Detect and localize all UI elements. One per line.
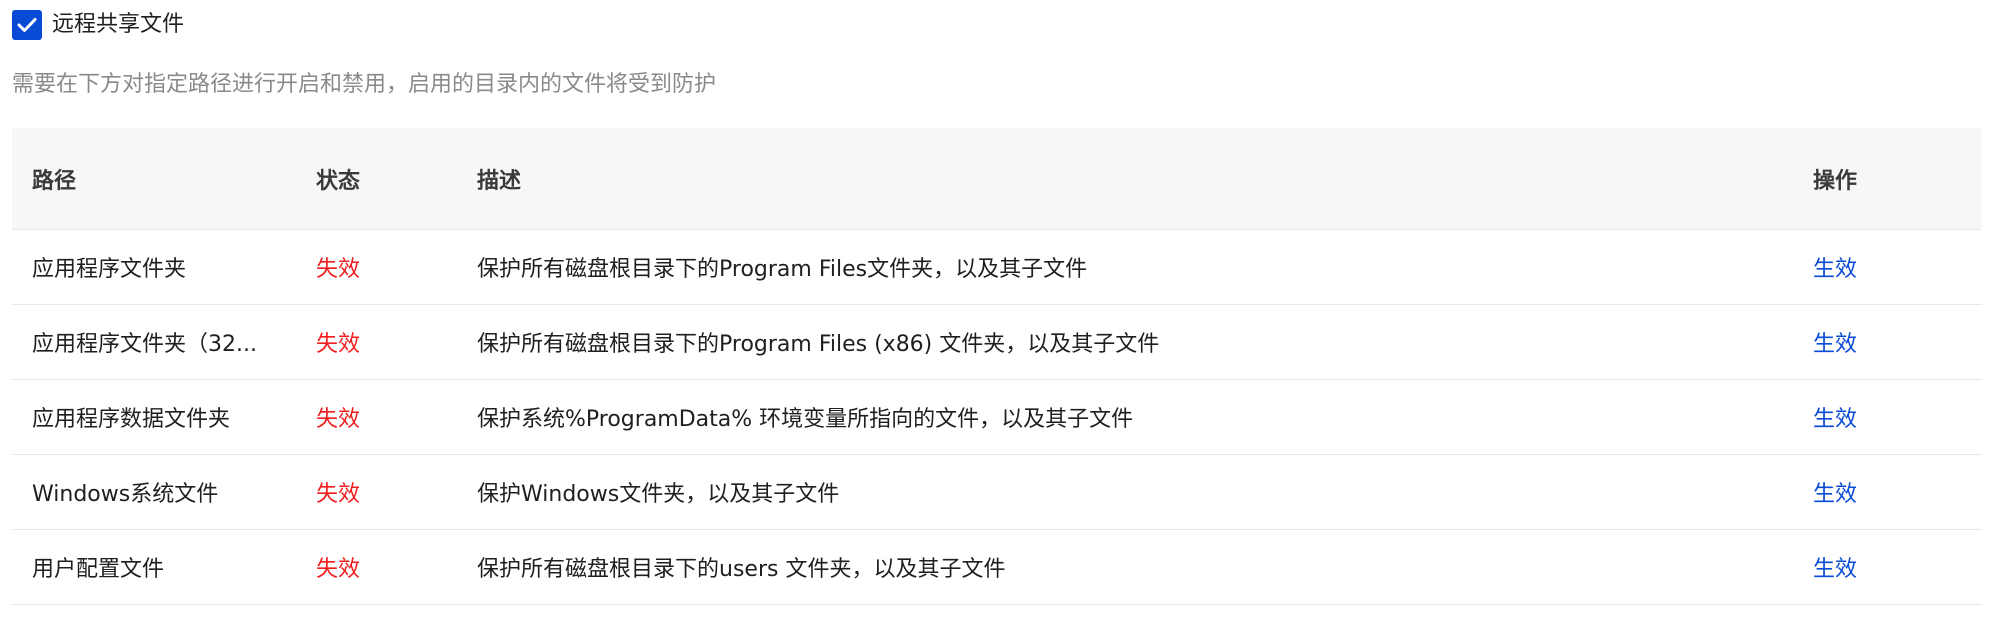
enable-link[interactable]: 生效: [1813, 332, 1857, 357]
row-path: 应用程序文件夹（32...: [32, 332, 257, 357]
header-status: 状态: [316, 168, 361, 194]
table-header: 路径 状态 描述 操作: [12, 128, 1982, 230]
header-operation: 操作: [1813, 168, 1858, 194]
row-status: 失效: [316, 257, 361, 282]
table-row: 应用程序数据文件夹 失效 保护系统%ProgramData% 环境变量所指向的文…: [12, 380, 1982, 455]
table-row: Windows系统文件 失效 保护Windows文件夹，以及其子文件 生效: [12, 455, 1982, 530]
row-path: 用户配置文件: [32, 557, 165, 582]
table-row: 应用程序文件夹 失效 保护所有磁盘根目录下的Program Files文件夹，以…: [12, 230, 1982, 305]
enable-link[interactable]: 生效: [1813, 482, 1857, 507]
header-path: 路径: [32, 168, 77, 194]
header-description: 描述: [477, 168, 522, 194]
row-status: 失效: [316, 332, 361, 357]
row-description: 保护所有磁盘根目录下的Program Files文件夹，以及其子文件: [477, 257, 1088, 282]
row-status: 失效: [316, 557, 361, 582]
row-status: 失效: [316, 482, 361, 507]
table-row: 应用程序文件夹（32... 失效 保护所有磁盘根目录下的Program File…: [12, 305, 1982, 380]
protected-paths-table: 路径 状态 描述 操作 应用程序文件夹 失效 保护所有磁盘根目录下的Progra…: [12, 128, 1982, 605]
checkmark-icon: [17, 18, 37, 32]
row-path: 应用程序文件夹: [32, 257, 187, 282]
remote-share-checkbox[interactable]: [12, 10, 42, 40]
enable-link[interactable]: 生效: [1813, 557, 1857, 582]
row-description: 保护系统%ProgramData% 环境变量所指向的文件，以及其子文件: [477, 407, 1134, 432]
table-row: 用户配置文件 失效 保护所有磁盘根目录下的users 文件夹，以及其子文件 生效: [12, 530, 1982, 605]
row-description: 保护Windows文件夹，以及其子文件: [477, 482, 840, 507]
row-description: 保护所有磁盘根目录下的Program Files (x86) 文件夹，以及其子文…: [477, 332, 1160, 357]
remote-share-label[interactable]: 远程共享文件: [52, 10, 184, 40]
row-status: 失效: [316, 407, 361, 432]
enable-link[interactable]: 生效: [1813, 257, 1857, 282]
remote-share-panel: 远程共享文件 需要在下方对指定路径进行开启和禁用，启用的目录内的文件将受到防护 …: [0, 0, 1990, 620]
row-path: Windows系统文件: [32, 482, 219, 507]
enable-link[interactable]: 生效: [1813, 407, 1857, 432]
remote-share-option[interactable]: 远程共享文件: [12, 8, 184, 42]
row-path: 应用程序数据文件夹: [32, 407, 231, 432]
row-description: 保护所有磁盘根目录下的users 文件夹，以及其子文件: [477, 557, 1006, 582]
protection-hint: 需要在下方对指定路径进行开启和禁用，启用的目录内的文件将受到防护: [12, 72, 717, 97]
